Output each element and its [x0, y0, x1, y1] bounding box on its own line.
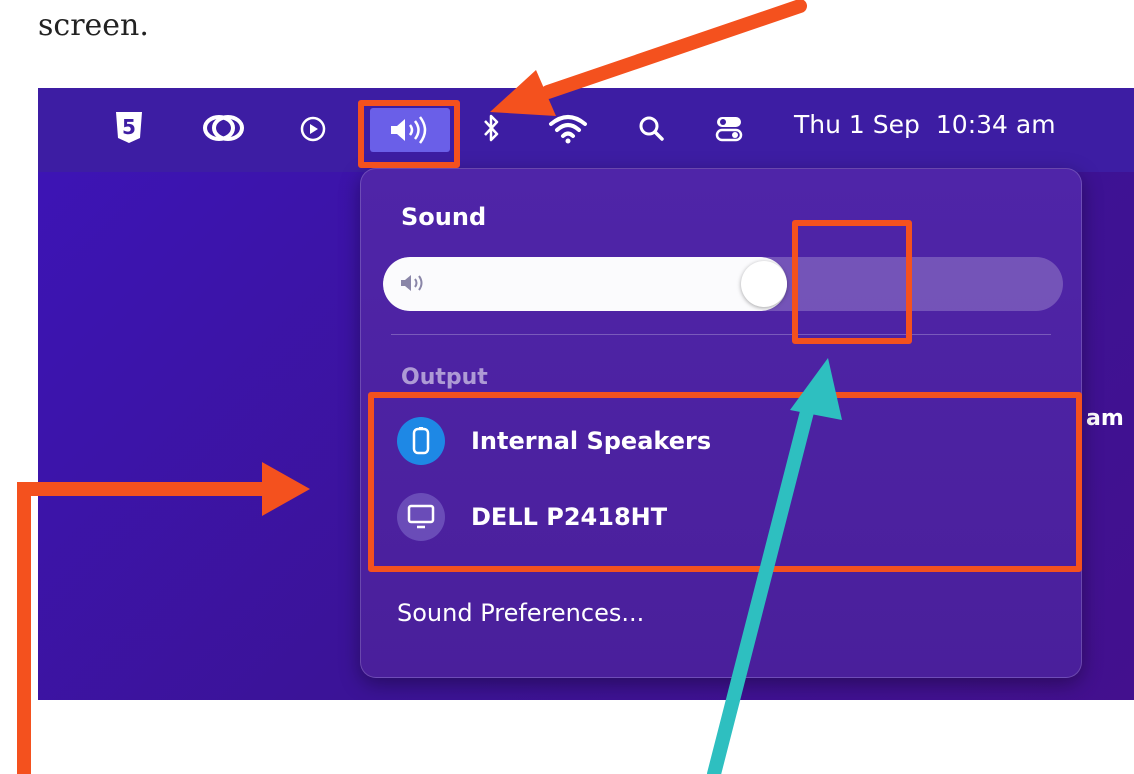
- annotation-arrows: [17, 0, 842, 774]
